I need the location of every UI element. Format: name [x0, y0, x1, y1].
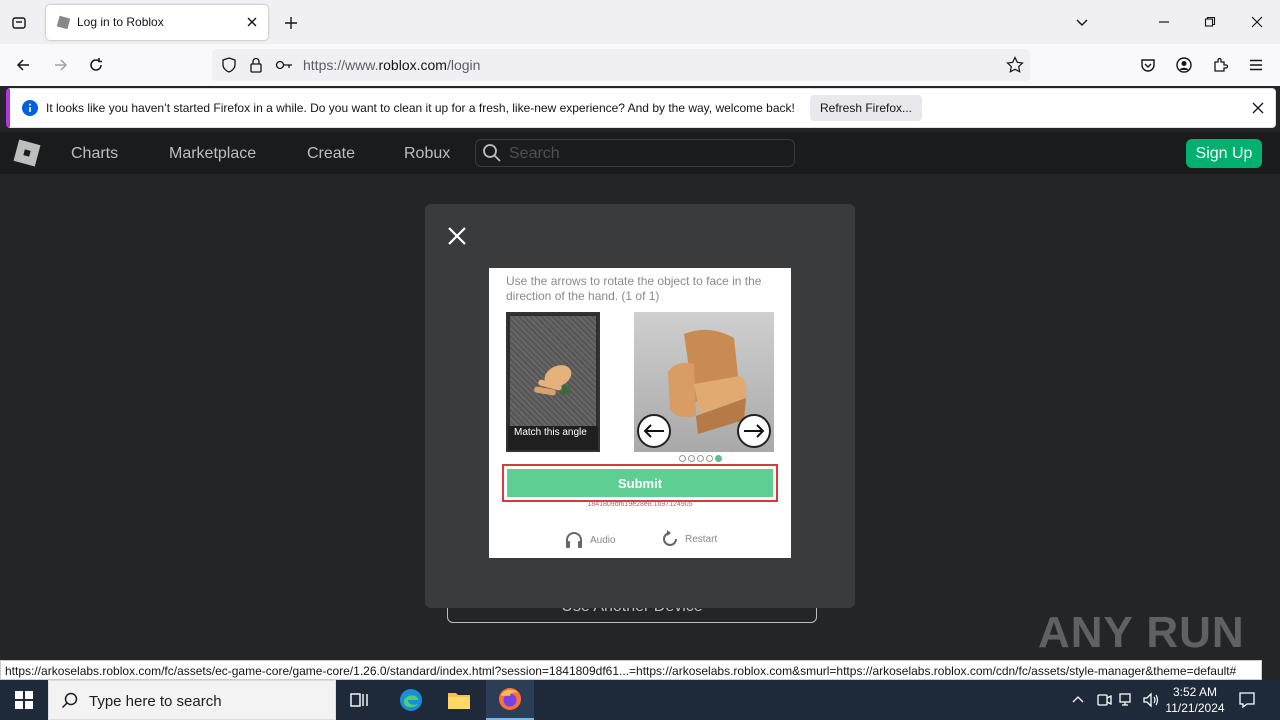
active-tab[interactable]: Log in to Roblox [46, 5, 268, 40]
restart-icon [663, 530, 677, 546]
audio-label: Audio [590, 534, 616, 546]
progress-dot [706, 455, 713, 462]
arrow-right-icon [744, 424, 765, 438]
close-notification-icon[interactable] [1252, 102, 1264, 114]
info-icon [22, 100, 38, 116]
edge-button[interactable] [387, 680, 435, 720]
nav-create[interactable]: Create [307, 145, 355, 163]
nav-charts[interactable]: Charts [71, 145, 118, 163]
close-modal-icon[interactable] [445, 224, 469, 248]
nav-marketplace[interactable]: Marketplace [169, 145, 256, 163]
lock-icon[interactable] [249, 57, 263, 73]
progress-dots [679, 455, 722, 462]
pocket-icon[interactable] [1137, 54, 1159, 76]
refresh-firefox-button[interactable]: Refresh Firefox... [810, 95, 922, 121]
volume-icon[interactable] [1142, 692, 1160, 708]
rotatable-object-image [634, 312, 774, 452]
firefox-refresh-notification: It looks like you haven’t started Firefo… [6, 88, 1276, 128]
captcha-instruction: Use the arrows to rotate the object to f… [506, 274, 762, 303]
show-hidden-icons-icon[interactable] [1072, 694, 1084, 706]
roblox-favicon-icon [56, 15, 71, 30]
submit-button[interactable]: Submit [507, 469, 773, 497]
new-tab-icon[interactable] [280, 12, 302, 34]
hand-icon [534, 365, 572, 396]
minimize-icon[interactable] [1154, 12, 1174, 32]
close-tab-icon[interactable] [244, 14, 260, 30]
taskbar-search-input[interactable]: Type here to search [48, 680, 336, 720]
address-bar[interactable]: https://www.roblox.com/login [212, 49, 1030, 81]
sign-up-button[interactable]: Sign Up [1186, 139, 1262, 168]
extensions-icon[interactable] [1209, 54, 1231, 76]
bookmark-star-icon[interactable] [1006, 56, 1024, 74]
windows-logo-icon [15, 691, 33, 709]
clock-time: 3:52 AM [1172, 685, 1218, 699]
anyrun-watermark: ANY RUN [1038, 608, 1245, 657]
match-angle-label: Match this angle [508, 426, 598, 450]
reference-image: Match this angle [506, 312, 600, 452]
account-icon[interactable] [1173, 54, 1195, 76]
rotate-left-button[interactable] [637, 414, 671, 448]
url-text[interactable]: https://www.roblox.com/login [303, 57, 480, 73]
network-icon[interactable] [1119, 692, 1135, 708]
progress-dot [697, 455, 704, 462]
notifications-icon[interactable] [1238, 691, 1256, 709]
taskbar-clock[interactable]: 3:52 AM 11/21/2024 [1160, 684, 1230, 716]
progress-dot [679, 455, 686, 462]
search-icon [483, 144, 501, 162]
list-all-tabs-icon[interactable] [1072, 12, 1092, 32]
session-id: 1841809df619e28e8.1697124905 [587, 501, 693, 508]
windows-taskbar: Type here to search 3:52 AM 11/21/2024 [0, 680, 1280, 720]
nav-robux[interactable]: Robux [404, 145, 450, 163]
progress-dot-active [715, 455, 722, 462]
forward-icon[interactable] [50, 54, 72, 76]
rotate-right-button[interactable] [737, 414, 771, 448]
clock-date: 11/21/2024 [1165, 701, 1225, 715]
restore-icon[interactable] [1200, 12, 1220, 32]
restart-label: Restart [685, 533, 718, 545]
task-view-icon [350, 693, 368, 707]
close-window-icon[interactable] [1247, 12, 1267, 32]
search-icon [61, 692, 78, 709]
taskbar-search-placeholder: Type here to search [89, 693, 222, 710]
meet-now-icon[interactable] [1096, 692, 1112, 708]
file-explorer-button[interactable] [435, 680, 483, 720]
tab-title: Log in to Roblox [77, 15, 164, 29]
menu-icon[interactable] [1245, 54, 1267, 76]
roblox-header: Charts Marketplace Create Robux Search S… [0, 132, 1280, 174]
submit-highlight: Submit [502, 464, 778, 502]
start-button[interactable] [0, 680, 48, 720]
headphones-icon [566, 532, 582, 548]
restart-button[interactable]: Restart [661, 530, 717, 548]
firefox-icon [499, 688, 521, 710]
roblox-logo-icon[interactable] [12, 138, 42, 168]
tab-list-icon[interactable] [8, 12, 30, 34]
firefox-button[interactable] [486, 680, 534, 720]
navigation-toolbar: https://www.roblox.com/login [0, 44, 1280, 86]
back-icon[interactable] [12, 54, 34, 76]
tracking-protection-icon[interactable] [221, 57, 237, 73]
arrow-left-icon [643, 424, 664, 438]
task-view-button[interactable] [336, 680, 384, 720]
search-placeholder: Search [509, 145, 560, 162]
reload-icon[interactable] [85, 54, 107, 76]
progress-dot [688, 455, 695, 462]
key-icon[interactable] [275, 57, 293, 73]
captcha-frame: Use the arrows to rotate the object to f… [489, 268, 791, 558]
folder-icon [448, 693, 470, 709]
status-bar-url: https://arkoselabs.roblox.com/fc/assets/… [0, 660, 1262, 680]
audio-button[interactable]: Audio [564, 530, 616, 550]
edge-icon [400, 689, 422, 711]
roblox-search-input[interactable]: Search [475, 139, 795, 167]
notification-message: It looks like you haven’t started Firefo… [46, 101, 795, 115]
tab-bar: Log in to Roblox [0, 0, 1280, 44]
